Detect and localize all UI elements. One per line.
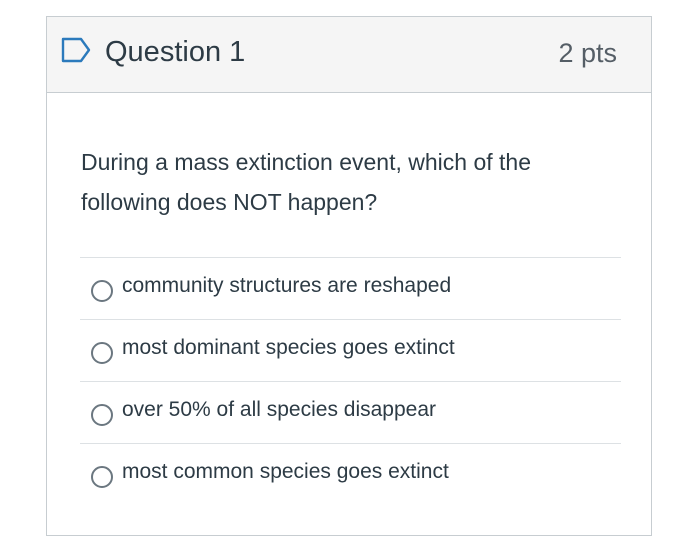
answer-label[interactable]: community structures are reshaped	[122, 274, 451, 298]
answer-label[interactable]: over 50% of all species disappear	[122, 398, 436, 422]
answer-label[interactable]: most dominant species goes extinct	[122, 336, 455, 360]
question-card: Question 1 2 pts During a mass extinctio…	[46, 16, 652, 536]
question-points: 2 pts	[558, 38, 617, 68]
question-title: Question 1	[105, 36, 246, 68]
radio-button[interactable]	[91, 280, 113, 302]
radio-button[interactable]	[91, 404, 113, 426]
answer-list: community structures are reshaped most d…	[80, 257, 621, 505]
answer-option[interactable]: most common species goes extinct	[80, 443, 621, 505]
answer-option[interactable]: community structures are reshaped	[80, 257, 621, 319]
answer-option[interactable]: over 50% of all species disappear	[80, 381, 621, 443]
radio-button[interactable]	[91, 466, 113, 488]
radio-button[interactable]	[91, 342, 113, 364]
question-text: During a mass extinction event, which of…	[81, 149, 532, 215]
question-header: Question 1 2 pts	[47, 17, 651, 93]
bookmark-flag-icon[interactable]	[61, 37, 91, 63]
answer-label[interactable]: most common species goes extinct	[122, 460, 449, 484]
answer-option[interactable]: most dominant species goes extinct	[80, 319, 621, 381]
